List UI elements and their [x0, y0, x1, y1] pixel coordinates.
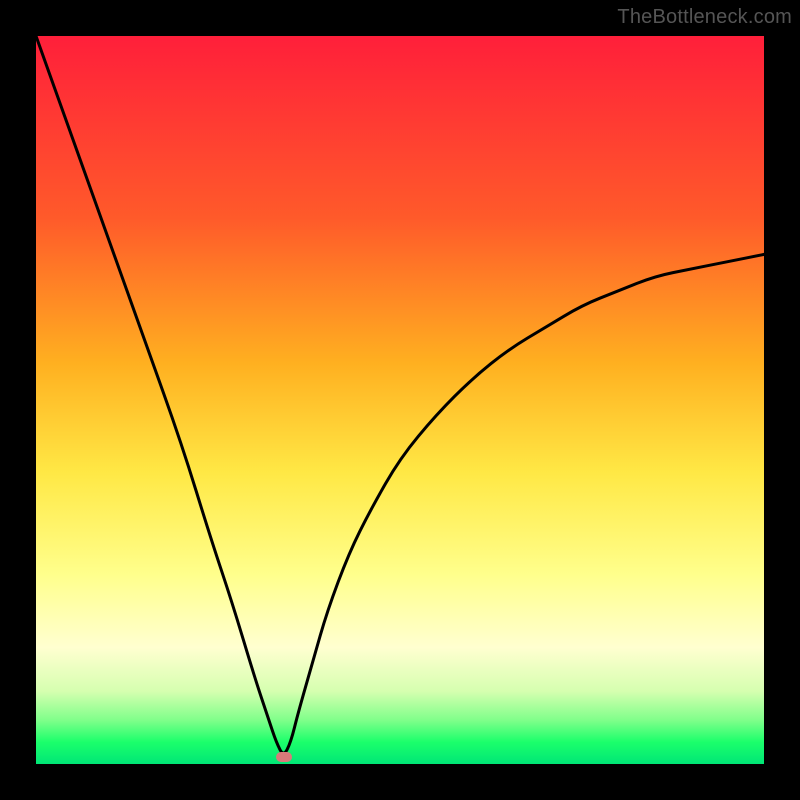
bottleneck-curve	[36, 36, 764, 764]
plot-area	[36, 36, 764, 764]
chart-frame: TheBottleneck.com	[0, 0, 800, 800]
minimum-marker	[276, 752, 292, 762]
watermark-text: TheBottleneck.com	[617, 6, 792, 29]
